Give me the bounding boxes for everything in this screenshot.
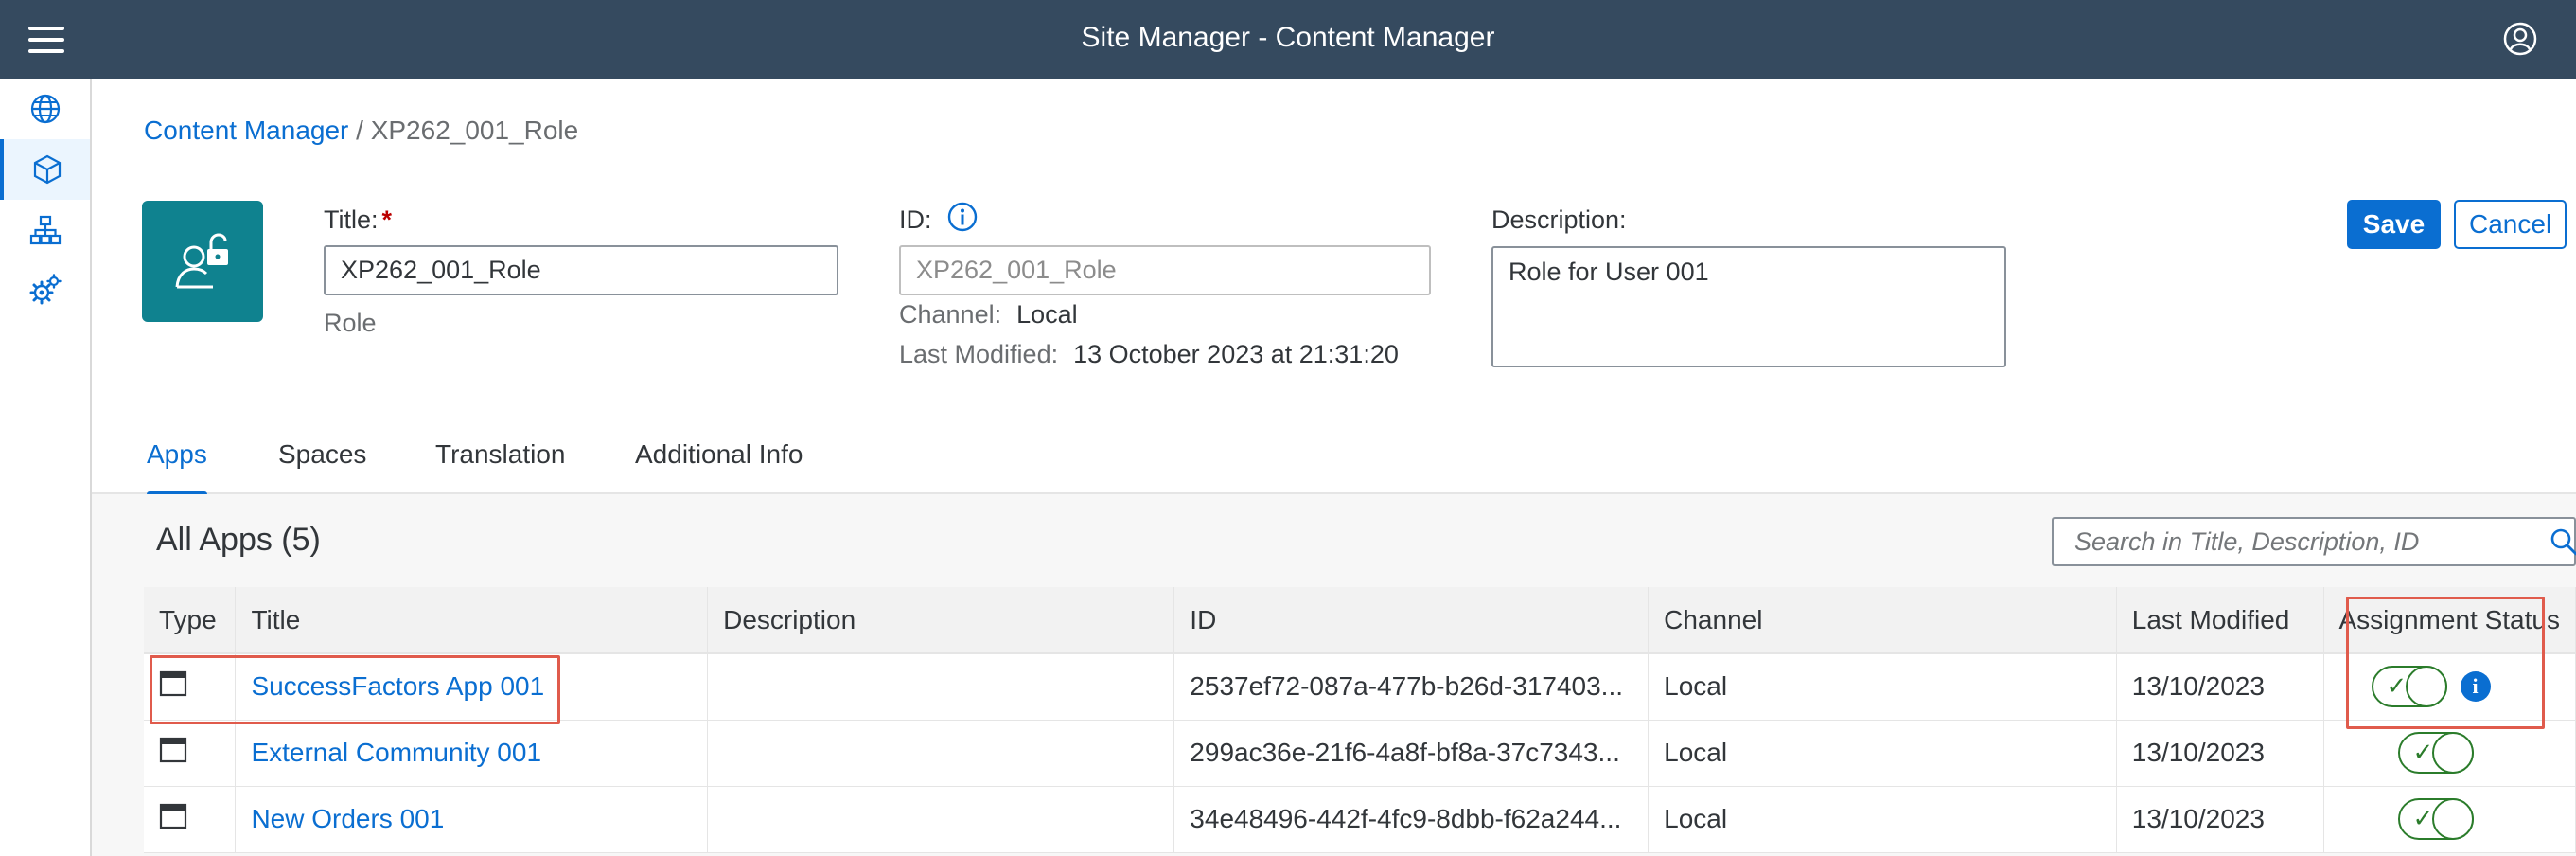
app-description (707, 786, 1175, 853)
tab-additional-info[interactable]: Additional Info (635, 439, 803, 494)
app-channel: Local (1648, 786, 2117, 853)
cube-icon (33, 154, 61, 185)
app-title-link[interactable]: SuccessFactors App 001 (251, 671, 544, 701)
breadcrumb-link-content-manager[interactable]: Content Manager (144, 116, 348, 145)
app-title-link[interactable]: New Orders 001 (251, 804, 444, 833)
column-header-id[interactable]: ID (1173, 587, 1650, 654)
title-label: Title: * (324, 205, 393, 234)
apps-table: Type Title Description ID Channel Last M… (144, 587, 2576, 853)
shell-title: Site Manager - Content Manager (1081, 22, 1495, 53)
check-icon: ✓ (2412, 738, 2434, 766)
check-icon: ✓ (2412, 804, 2434, 832)
search-input[interactable] (2052, 517, 2576, 566)
description-textarea[interactable]: Role for User 001 (1491, 246, 2006, 367)
id-label: ID: (899, 205, 932, 234)
app-id: 2537ef72-087a-477b-b26d-317403... (1173, 653, 1650, 721)
table-row[interactable]: SuccessFactors App 001 2537ef72-087a-477… (144, 653, 2576, 721)
channel-info: Channel: Local (899, 300, 1078, 329)
app-description (707, 653, 1175, 721)
role-tile (142, 201, 263, 322)
assignment-toggle[interactable]: ✓ (2397, 732, 2474, 774)
app-window-icon (159, 803, 187, 829)
app-id: 299ac36e-21f6-4a8f-bf8a-37c7343... (1173, 720, 1650, 787)
user-profile-icon[interactable] (2502, 21, 2538, 57)
app-last-modified: 13/10/2023 (2116, 720, 2324, 787)
column-header-last-modified[interactable]: Last Modified (2116, 587, 2324, 654)
table-row[interactable]: External Community 001 299ac36e-21f6-4a8… (144, 720, 2576, 787)
cancel-button[interactable]: Cancel (2454, 200, 2567, 249)
column-header-description[interactable]: Description (707, 587, 1175, 654)
info-icon[interactable] (946, 201, 979, 233)
table-header-row: Type Title Description ID Channel Last M… (144, 587, 2576, 654)
column-header-channel[interactable]: Channel (1648, 587, 2117, 654)
shell-bar: Site Manager - Content Manager (0, 0, 2576, 79)
object-type-text: Role (324, 309, 377, 337)
tab-apps[interactable]: Apps (147, 439, 207, 496)
settings-gears-icon (29, 274, 62, 305)
check-icon: ✓ (2386, 671, 2408, 701)
app-title-link[interactable]: External Community 001 (251, 738, 541, 767)
assignment-toggle[interactable]: ✓ (2397, 798, 2474, 840)
table-row[interactable]: New Orders 001 34e48496-442f-4fc9-8dbb-f… (144, 786, 2576, 853)
nav-item-hierarchy[interactable] (0, 200, 90, 260)
tab-bar: Apps Spaces Translation Additional Info (92, 417, 2576, 496)
app-last-modified: 13/10/2023 (2116, 653, 2324, 721)
tab-translation[interactable]: Translation (435, 439, 565, 494)
description-label: Description: (1491, 205, 1627, 234)
breadcrumb-current: XP262_001_Role (370, 116, 579, 145)
apps-table-title: All Apps (5) (156, 522, 321, 558)
last-modified-info: Last Modified: 13 October 2023 at 21:31:2… (899, 340, 1399, 368)
save-button[interactable]: Save (2347, 200, 2441, 249)
column-header-title[interactable]: Title (235, 587, 709, 654)
app-window-icon (159, 670, 187, 696)
app-id: 34e48496-442f-4fc9-8dbb-f62a244... (1173, 786, 1650, 853)
id-input (899, 245, 1431, 295)
search-icon[interactable] (2550, 527, 2576, 556)
globe-icon (30, 94, 60, 124)
nav-item-settings[interactable] (0, 260, 90, 321)
assignment-toggle[interactable]: ✓ (2371, 666, 2447, 708)
required-indicator: * (381, 205, 393, 234)
app-window-icon (159, 737, 187, 762)
nav-item-globe[interactable] (0, 79, 90, 139)
role-unlock-user-icon (175, 233, 228, 289)
column-header-type[interactable]: Type (144, 587, 237, 654)
tab-spaces[interactable]: Spaces (278, 439, 366, 494)
app-last-modified: 13/10/2023 (2116, 786, 2324, 853)
nav-item-content[interactable] (0, 139, 90, 200)
info-icon[interactable]: i (2460, 671, 2491, 703)
breadcrumb: Content Manager / XP262_001_Role (144, 116, 578, 146)
side-navigation (0, 79, 92, 856)
app-channel: Local (1648, 653, 2117, 721)
title-input[interactable] (324, 245, 838, 295)
breadcrumb-separator: / (356, 116, 363, 145)
column-header-assignment-status[interactable]: Assignment Status (2323, 587, 2576, 654)
app-channel: Local (1648, 720, 2117, 787)
app-description (707, 720, 1175, 787)
hierarchy-icon (29, 215, 61, 245)
